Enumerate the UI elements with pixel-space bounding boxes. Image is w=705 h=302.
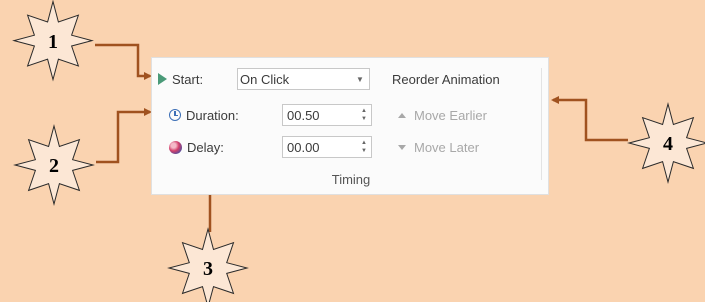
callout-badge-4: 4	[627, 102, 705, 184]
callout-badge-1: 1	[12, 0, 94, 82]
triangle-down-icon	[398, 145, 406, 150]
callout-badge-3: 3	[167, 227, 249, 302]
callout-number-3: 3	[203, 258, 213, 280]
duration-value[interactable]: 00.50	[283, 108, 357, 123]
delay-spin-arrows[interactable]: ▲ ▼	[357, 139, 371, 155]
start-label: Start:	[172, 71, 204, 87]
timing-group-label: Timing	[331, 172, 371, 187]
start-row: Start:	[158, 68, 203, 90]
reorder-animation-title: Reorder Animation	[392, 72, 500, 87]
clock-icon	[169, 109, 181, 121]
arrow-2	[96, 108, 152, 164]
callout-number-2: 2	[49, 155, 59, 177]
spin-up-icon[interactable]: ▲	[361, 139, 367, 147]
callout-badge-2: 2	[13, 124, 95, 206]
animation-timing-panel: Start: On Click ▼ Duration: 00.50 ▲ ▼ De…	[151, 57, 549, 195]
delay-value[interactable]: 00.00	[283, 140, 357, 155]
move-later-button[interactable]: Move Later	[398, 140, 479, 155]
group-divider	[541, 68, 542, 180]
callout-number-1: 1	[48, 31, 58, 53]
start-dropdown[interactable]: On Click ▼	[237, 68, 370, 90]
triangle-up-icon	[398, 113, 406, 118]
move-earlier-label: Move Earlier	[414, 108, 487, 123]
move-earlier-button[interactable]: Move Earlier	[398, 108, 487, 123]
delay-icon	[169, 140, 182, 154]
play-icon	[158, 73, 167, 85]
delay-row: Delay:	[169, 136, 224, 158]
spin-down-icon[interactable]: ▼	[361, 115, 367, 123]
chevron-down-icon[interactable]: ▼	[351, 75, 369, 84]
delay-label: Delay:	[187, 139, 224, 155]
start-dropdown-value: On Click	[240, 71, 290, 87]
spin-down-icon[interactable]: ▼	[361, 147, 367, 155]
arrow-1	[95, 43, 152, 80]
spin-up-icon[interactable]: ▲	[361, 107, 367, 115]
duration-spinner[interactable]: 00.50 ▲ ▼	[282, 104, 372, 126]
move-later-label: Move Later	[414, 140, 480, 155]
delay-spinner[interactable]: 00.00 ▲ ▼	[282, 136, 372, 158]
duration-spin-arrows[interactable]: ▲ ▼	[357, 107, 371, 123]
callout-number-4: 4	[663, 133, 673, 155]
duration-row: Duration:	[169, 104, 239, 126]
arrow-4	[551, 96, 628, 142]
duration-label: Duration:	[186, 107, 239, 123]
